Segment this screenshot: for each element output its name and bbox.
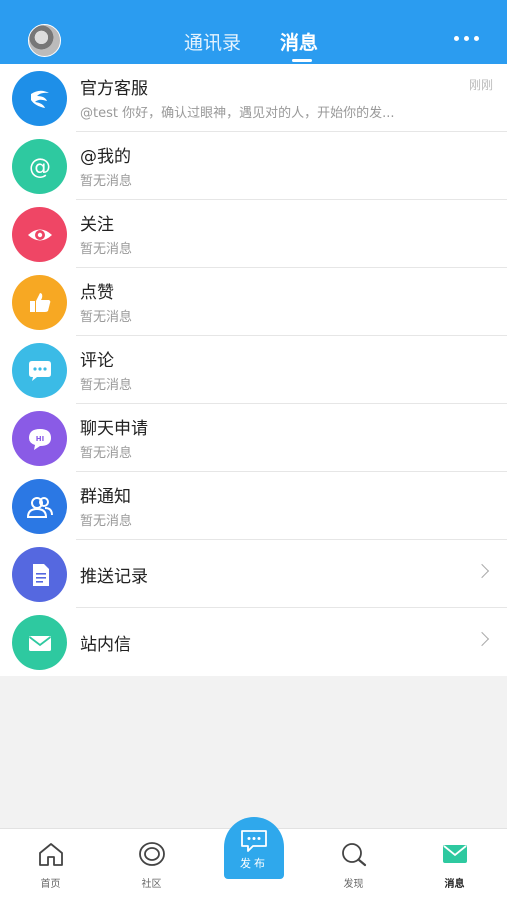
nav-home[interactable]: 首页 [0, 829, 101, 900]
message-preview: 暂无消息 [80, 446, 133, 461]
group-icon [12, 479, 67, 534]
message-list: 官方客服 @test 你好，确认过眼神，遇见对的人，开始你的发... 刚刚 @ … [0, 64, 507, 676]
comment-icon [12, 343, 67, 398]
chat-hi-icon: HI [12, 411, 67, 466]
message-icon [442, 845, 467, 863]
tab-contacts[interactable]: 通讯录 [184, 28, 241, 55]
tab-messages[interactable]: 消息 [280, 28, 318, 55]
message-title: 关注 [80, 215, 114, 235]
community-icon [138, 842, 165, 866]
message-row-likes[interactable]: 点赞 暂无消息 [0, 268, 507, 336]
message-preview: 暂无消息 [80, 378, 133, 393]
nav-discover[interactable]: 发现 [303, 829, 404, 900]
bottom-nav: 首页 社区 发布 发现 消息 [0, 817, 507, 900]
message-time: 刚刚 [468, 78, 493, 92]
avatar[interactable] [28, 24, 61, 57]
at-icon: @ [12, 139, 67, 194]
publish-icon [241, 830, 267, 852]
mail-icon [12, 615, 67, 670]
message-row-chat-request[interactable]: HI 聊天申请 暂无消息 [0, 404, 507, 472]
message-title: 推送记录 [80, 567, 148, 587]
search-icon [341, 843, 366, 867]
message-row-push-records[interactable]: 推送记录 [0, 540, 507, 608]
message-title: 官方客服 [80, 79, 148, 99]
nav-label: 消息 [444, 879, 465, 890]
nav-label: 发现 [343, 879, 364, 890]
svg-text:@: @ [29, 155, 51, 180]
message-row-group-notice[interactable]: 群通知 暂无消息 [0, 472, 507, 540]
message-preview: @test 你好，确认过眼神，遇见对的人，开始你的发... [80, 106, 395, 121]
nav-community[interactable]: 社区 [101, 829, 202, 900]
thumbs-up-icon [12, 275, 67, 330]
more-icon[interactable] [454, 36, 479, 41]
top-bar: 通讯录 消息 [0, 0, 507, 64]
message-title: 评论 [80, 351, 114, 371]
message-row-official-service[interactable]: 官方客服 @test 你好，确认过眼神，遇见对的人，开始你的发... 刚刚 [0, 64, 507, 132]
message-row-follow[interactable]: 关注 暂无消息 [0, 200, 507, 268]
message-title: 聊天申请 [80, 419, 148, 439]
publish-button[interactable]: 发布 [224, 817, 284, 879]
message-preview: 暂无消息 [80, 242, 133, 257]
message-title: 点赞 [80, 283, 114, 303]
message-title: @我的 [80, 147, 131, 167]
message-preview: 暂无消息 [80, 514, 133, 529]
message-row-inbox[interactable]: 站内信 [0, 608, 507, 676]
message-title: 群通知 [80, 487, 131, 507]
publish-label: 发布 [240, 857, 268, 870]
message-preview: 暂无消息 [80, 310, 133, 325]
eye-icon [12, 207, 67, 262]
message-title: 站内信 [80, 635, 131, 655]
active-tab-indicator [292, 59, 312, 62]
message-preview: 暂无消息 [80, 174, 133, 189]
message-row-mentions[interactable]: @ @我的 暂无消息 [0, 132, 507, 200]
svg-text:HI: HI [35, 435, 43, 443]
nav-label: 首页 [40, 879, 61, 890]
chevron-right-icon [474, 631, 490, 647]
message-row-comments[interactable]: 评论 暂无消息 [0, 336, 507, 404]
service-logo-icon [12, 71, 67, 126]
chevron-right-icon [474, 563, 490, 579]
home-icon [38, 843, 63, 866]
document-icon [12, 547, 67, 602]
nav-messages[interactable]: 消息 [404, 829, 505, 900]
nav-label: 社区 [141, 879, 162, 890]
